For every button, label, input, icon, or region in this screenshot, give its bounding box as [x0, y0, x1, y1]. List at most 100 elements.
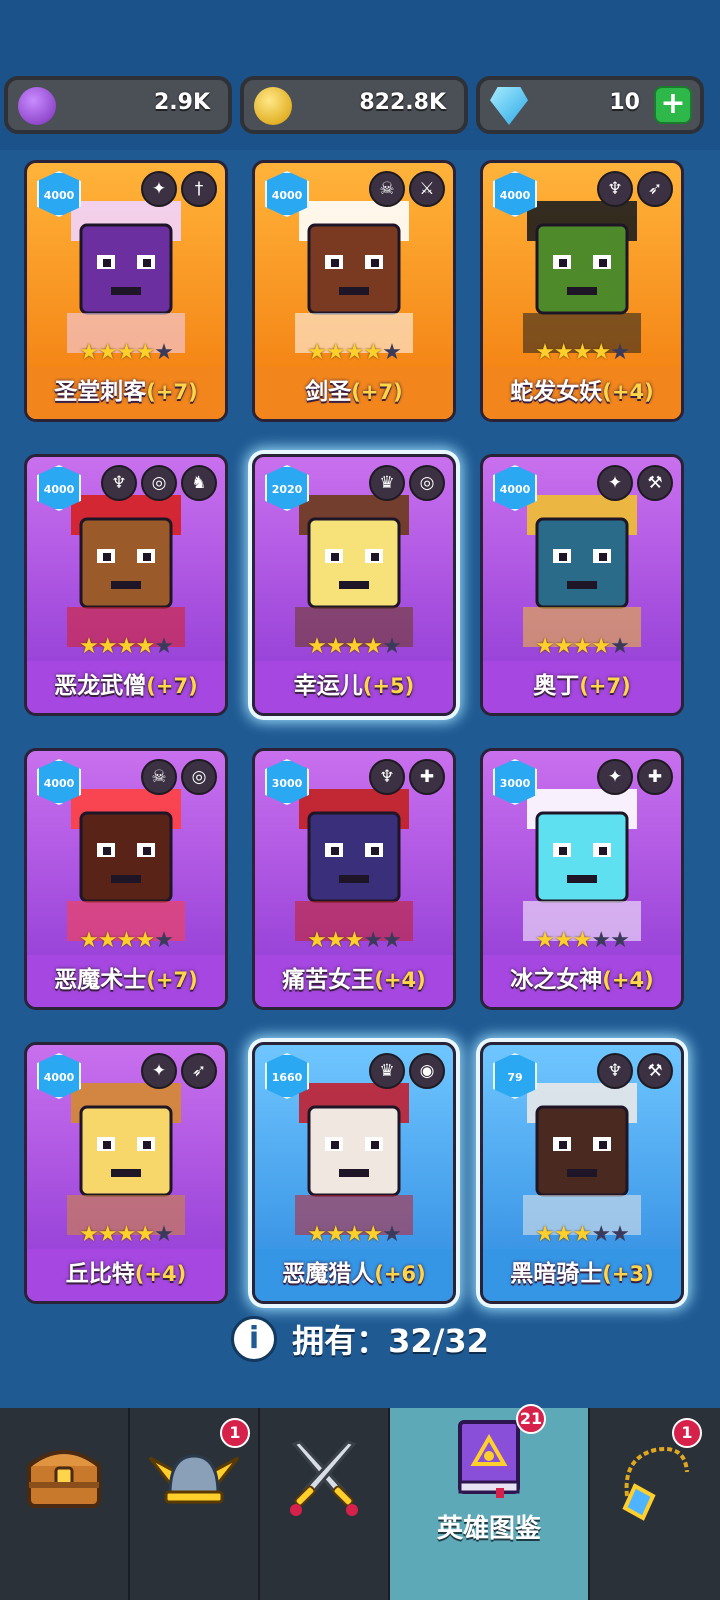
add-diamond-button[interactable]: +: [654, 86, 692, 124]
star-filled-icon: ★: [325, 1222, 346, 1247]
nav-codex[interactable]: 21 英雄图鉴: [390, 1404, 590, 1600]
hero-name-band: 圣堂刺客(+7): [27, 367, 225, 419]
star-filled-icon: ★: [363, 1222, 383, 1247]
hero-card[interactable]: 79 ♆ ⚒ ★★★★★ 黑暗骑士(+3): [480, 1042, 684, 1304]
star-filled-icon: ★: [116, 340, 137, 365]
hero-bonus: (+3): [602, 1262, 654, 1286]
hero-name: 丘比特: [65, 1261, 135, 1287]
hero-card[interactable]: 4000 ✦ ➶ ★★★★★ 丘比特(+4): [24, 1042, 228, 1304]
hero-card[interactable]: 3000 ✦ ✚ ★★★★★ 冰之女神(+4): [480, 748, 684, 1010]
star-rating: ★★★★★: [27, 1221, 225, 1249]
dragon-icon: ♞: [181, 465, 217, 501]
hero-card[interactable]: 3000 ♆ ✚ ★★★★★ 痛苦女王(+4): [252, 748, 456, 1010]
star-empty-icon: ★: [610, 928, 630, 953]
nav-battle[interactable]: [260, 1408, 390, 1600]
star-filled-icon: ★: [325, 340, 346, 365]
hero-card[interactable]: 4000 ☠ ⚔ ★★★★★ 剑圣(+7): [252, 160, 456, 422]
star-rating: ★★★★★: [483, 339, 681, 367]
hero-bonus: (+6): [374, 1262, 426, 1286]
hero-name-band: 丘比特(+4): [27, 1249, 225, 1301]
elf-emblem-icon: ♛: [369, 465, 405, 501]
star-filled-icon: ★: [135, 1222, 155, 1247]
demon-emblem-icon: ♆: [101, 465, 137, 501]
star-filled-icon: ★: [79, 634, 99, 659]
star-rating: ★★★★★: [483, 633, 681, 661]
star-filled-icon: ★: [97, 928, 118, 953]
star-filled-icon: ★: [79, 928, 99, 953]
star-filled-icon: ★: [307, 340, 327, 365]
eye-icon: ◉: [409, 1053, 445, 1089]
hero-name: 恶魔猎人: [282, 1261, 375, 1287]
gold-currency: 822.8K: [240, 76, 468, 134]
staff-icon: ✚: [409, 759, 445, 795]
spellbook-icon: [458, 1420, 520, 1498]
star-rating: ★★★★★: [483, 1221, 681, 1249]
star-rating: ★★★★★: [255, 633, 453, 661]
hero-card[interactable]: 1660 ♛ ◉ ★★★★★ 恶魔猎人(+6): [252, 1042, 456, 1304]
star-filled-icon: ★: [135, 928, 155, 953]
nav-gear-badge: 1: [672, 1418, 702, 1448]
star-filled-icon: ★: [572, 928, 593, 953]
star-filled-icon: ★: [591, 634, 611, 659]
hero-card[interactable]: 4000 ✦ ⚒ ★★★★★ 奥丁(+7): [480, 454, 684, 716]
star-rating: ★★★★★: [483, 927, 681, 955]
hero-name-band: 黑暗骑士(+3): [483, 1249, 681, 1301]
hero-name-band: 冰之女神(+4): [483, 955, 681, 1007]
hero-card[interactable]: 2020 ♛ ◎ ★★★★★ 幸运儿(+5): [252, 454, 456, 716]
hero-card[interactable]: 4000 ♆ ➶ ★★★★★ 蛇发女妖(+4): [480, 160, 684, 422]
star-filled-icon: ★: [79, 1222, 99, 1247]
nav-heroes[interactable]: 1: [130, 1408, 260, 1600]
hero-card[interactable]: 4000 ✦ † ★★★★★ 圣堂刺客(+7): [24, 160, 228, 422]
star-rating: ★★★★★: [27, 927, 225, 955]
star-empty-icon: ★: [154, 340, 174, 365]
star-empty-icon: ★: [591, 928, 611, 953]
hero-name-band: 恶魔术士(+7): [27, 955, 225, 1007]
nav-heroes-badge: 1: [220, 1418, 250, 1448]
spiral-icon: ◎: [141, 465, 177, 501]
nav-gear[interactable]: 1: [590, 1408, 720, 1600]
star-filled-icon: ★: [116, 1222, 137, 1247]
star-filled-icon: ★: [553, 1222, 574, 1247]
hero-card[interactable]: 4000 ♆ ◎ ♞ ★★★★★ 恶龙武僧(+7): [24, 454, 228, 716]
star-filled-icon: ★: [307, 928, 327, 953]
purple-coin-icon: [18, 87, 56, 125]
hero-name-band: 恶龙武僧(+7): [27, 661, 225, 713]
star-filled-icon: ★: [97, 634, 118, 659]
treasure-chest-icon: [27, 1450, 101, 1508]
info-icon[interactable]: i: [231, 1316, 278, 1362]
star-filled-icon: ★: [135, 340, 155, 365]
hero-bonus: (+7): [146, 380, 198, 404]
star-empty-icon: ★: [154, 1222, 174, 1247]
diamond-currency-value: 10: [609, 90, 640, 115]
skull-emblem-icon: ☠: [369, 171, 405, 207]
star-filled-icon: ★: [535, 928, 555, 953]
skull-emblem-icon: ☠: [141, 759, 177, 795]
star-empty-icon: ★: [363, 928, 383, 953]
hammer-icon: ⚒: [637, 465, 673, 501]
star-filled-icon: ★: [307, 1222, 327, 1247]
star-filled-icon: ★: [553, 634, 574, 659]
star-filled-icon: ★: [553, 340, 574, 365]
spiral-icon: ◎: [181, 759, 217, 795]
nav-shop[interactable]: [0, 1408, 130, 1600]
star-rating: ★★★★★: [255, 927, 453, 955]
hero-card[interactable]: 4000 ☠ ◎ ★★★★★ 恶魔术士(+7): [24, 748, 228, 1010]
nav-codex-label: 英雄图鉴: [436, 1514, 541, 1544]
hero-name-band: 奥丁(+7): [483, 661, 681, 713]
star-filled-icon: ★: [344, 928, 365, 953]
star-empty-icon: ★: [610, 340, 630, 365]
hero-bonus: (+4): [602, 968, 654, 992]
star-empty-icon: ★: [382, 928, 402, 953]
hero-name: 恶龙武僧: [54, 673, 147, 699]
hero-name-band: 幸运儿(+5): [255, 661, 453, 713]
star-filled-icon: ★: [572, 634, 593, 659]
hero-name: 圣堂刺客: [54, 379, 147, 405]
bow-icon: ➶: [181, 1053, 217, 1089]
star-empty-icon: ★: [382, 1222, 402, 1247]
star-filled-icon: ★: [572, 1222, 593, 1247]
gold-coin-icon: [254, 87, 292, 125]
star-filled-icon: ★: [116, 634, 137, 659]
hero-bonus: (+4): [374, 968, 426, 992]
star-filled-icon: ★: [79, 340, 99, 365]
spiral-icon: ◎: [409, 465, 445, 501]
